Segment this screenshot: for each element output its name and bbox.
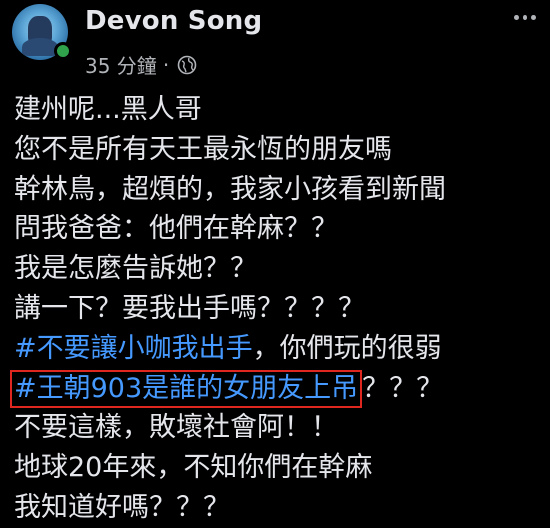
post-line: 不要這樣，敗壞社會阿！！: [14, 412, 338, 444]
post-line: 我是怎麼告訴她？？: [14, 253, 257, 285]
highlighted-hashtag-line: #王朝903是誰的女朋友上吊？？？: [10, 369, 544, 409]
post-line: 講一下？要我出手嗎？？？？: [14, 292, 365, 324]
meta-separator: ·: [162, 52, 170, 77]
post-line: 幹林鳥，超煩的，我家小孩看到新聞: [14, 173, 446, 205]
hashtag-line: #不要讓小咖我出手，你們玩的很弱: [14, 329, 544, 369]
author-name[interactable]: Devon Song: [85, 6, 262, 36]
more-options-icon[interactable]: [514, 10, 537, 24]
hashtag-line-text: ？？？: [362, 372, 444, 404]
hashtag-line-text: ，你們玩的很弱: [252, 332, 442, 364]
post-header: Devon Song 35 分鐘 ·: [0, 0, 550, 90]
hashtag-link[interactable]: #王朝903是誰的女朋友上吊: [14, 373, 358, 404]
hashtag-link[interactable]: #不要讓小咖我出手: [14, 333, 253, 364]
post-line: 我知道好嗎？？？: [14, 491, 230, 523]
post-meta: 35 分鐘 ·: [85, 50, 197, 79]
post-line: 問我爸爸：他們在幹麻？？: [14, 213, 338, 245]
post-body: 建州呢...黑人哥 您不是所有天王最永恆的朋友嗎 幹林鳥，超煩的，我家小孩看到新…: [10, 90, 544, 528]
post-line: 您不是所有天王最永恆的朋友嗎: [14, 133, 392, 165]
post-line: 建州呢...黑人哥: [14, 94, 202, 125]
globe-icon: [177, 55, 197, 74]
post-time[interactable]: 35 分鐘: [85, 50, 157, 79]
post-line: 地球20年來，不知你們在幹麻: [14, 452, 373, 484]
online-status-dot: [54, 42, 72, 60]
highlight-box: #王朝903是誰的女朋友上吊: [10, 369, 363, 408]
avatar-figure-base: [22, 38, 58, 56]
